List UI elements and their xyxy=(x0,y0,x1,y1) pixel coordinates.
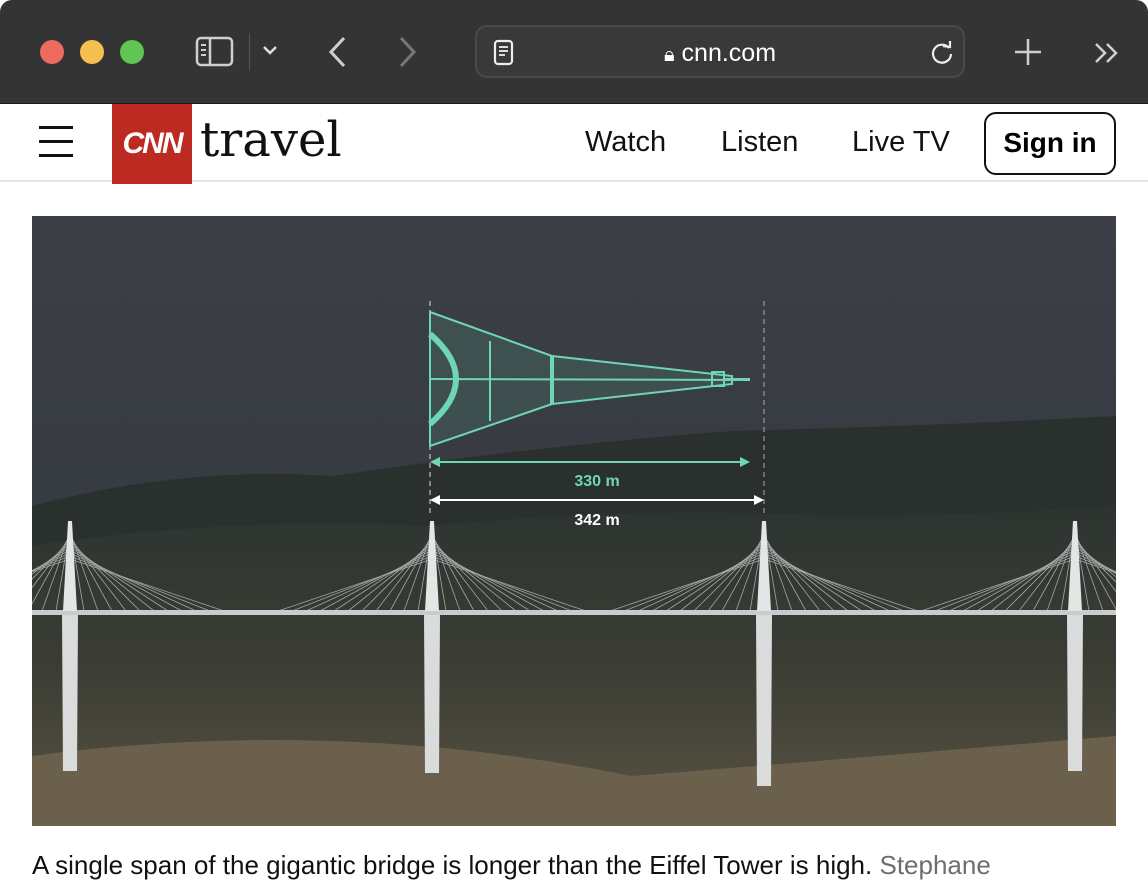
chevron-down-icon[interactable] xyxy=(262,45,278,57)
bridge-pier xyxy=(62,615,78,771)
menu-icon[interactable] xyxy=(39,126,73,158)
sign-in-button[interactable]: Sign in xyxy=(984,112,1116,175)
close-window-button[interactable] xyxy=(40,40,64,64)
sidebar-icon[interactable] xyxy=(195,36,235,68)
more-tabs-icon[interactable] xyxy=(1094,42,1122,64)
forward-icon[interactable] xyxy=(398,36,418,68)
site-header: CNN travel Watch Listen Live TV Sign in xyxy=(0,104,1148,184)
new-tab-icon[interactable] xyxy=(1013,37,1043,67)
span-length-label: 342 m xyxy=(574,512,619,529)
section-title[interactable]: travel xyxy=(200,112,342,168)
back-icon[interactable] xyxy=(327,36,347,68)
minimize-window-button[interactable] xyxy=(80,40,104,64)
nav-live-tv[interactable]: Live TV xyxy=(852,126,950,159)
caption-text: A single span of the gigantic bridge is … xyxy=(32,850,873,880)
nav-listen[interactable]: Listen xyxy=(721,126,798,159)
address-bar[interactable]: 🔒︎ cnn.com xyxy=(475,25,965,78)
bridge-deck xyxy=(32,610,1116,615)
image-caption: A single span of the gigantic bridge is … xyxy=(32,850,991,881)
nav-watch[interactable]: Watch xyxy=(585,126,666,159)
url-text: cnn.com xyxy=(681,39,777,67)
bridge-pier xyxy=(1067,615,1083,771)
cnn-logo[interactable]: CNN xyxy=(112,104,192,184)
browser-toolbar: 🔒︎ cnn.com xyxy=(0,0,1148,104)
maximize-window-button[interactable] xyxy=(120,40,144,64)
photo-credit: Stephane xyxy=(879,850,991,880)
lock-icon: 🔒︎ xyxy=(663,44,675,66)
hero-image: 330 m 342 m xyxy=(32,216,1116,826)
bridge-pier xyxy=(424,615,440,773)
tower-height-label: 330 m xyxy=(574,473,619,490)
reload-icon[interactable] xyxy=(929,40,955,66)
bridge-pier xyxy=(756,615,772,786)
